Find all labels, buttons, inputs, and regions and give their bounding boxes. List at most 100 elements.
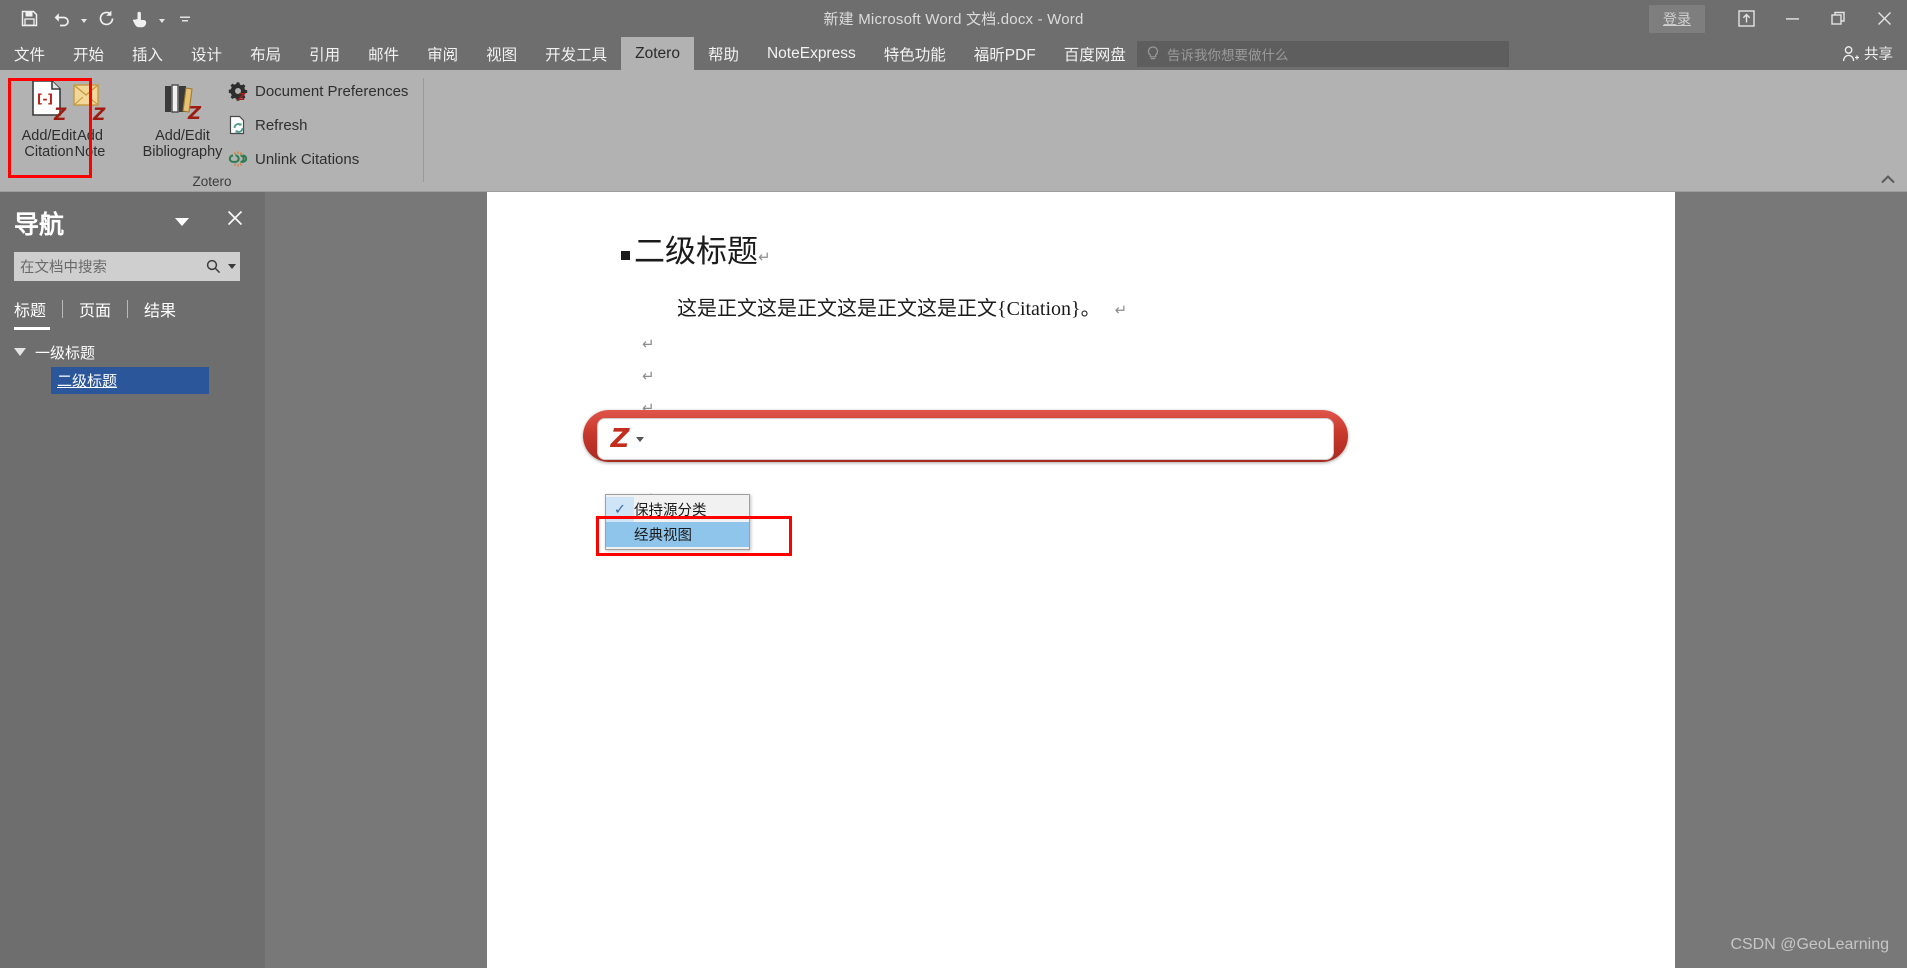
menu-item-keep-sources-sorted[interactable]: ✓ 保持源分类 bbox=[606, 497, 749, 522]
nav-tab-headings[interactable]: 标题 bbox=[14, 297, 62, 321]
share-button[interactable]: 共享 bbox=[1842, 37, 1893, 70]
tab-review[interactable]: 审阅 bbox=[413, 37, 472, 70]
refresh-icon bbox=[228, 115, 248, 135]
redo-icon[interactable] bbox=[92, 4, 122, 34]
navigation-tabs: 标题 页面 结果 bbox=[14, 297, 192, 321]
heading-bullet-marker bbox=[621, 251, 630, 260]
ribbon-group-zotero: [-] Z Add/Edit Citation Z bbox=[0, 70, 424, 192]
title-bar: 新建 Microsoft Word 文档.docx - Word 登录 bbox=[0, 0, 1907, 37]
add-edit-bibliography-label-1: Add/Edit bbox=[155, 128, 210, 144]
document-heading-text: 二级标题 bbox=[634, 234, 758, 269]
ribbon-group-separator bbox=[423, 78, 424, 182]
add-note-label-2: Note bbox=[75, 144, 106, 160]
tell-me-search-box[interactable]: 告诉我你想要做什么 bbox=[1137, 41, 1509, 67]
document-canvas: 二级标题↵ 这是正文这是正文这是正文这是正文{Citation}。 ↵ ↵ ↵ ↵… bbox=[265, 192, 1907, 968]
search-icon[interactable] bbox=[202, 259, 224, 274]
navigation-pane-title: 导航 bbox=[14, 205, 64, 241]
touch-mode-dropdown-icon[interactable] bbox=[156, 4, 168, 34]
document-heading: 二级标题↵ bbox=[634, 226, 771, 271]
menu-item-classic-view[interactable]: 经典视图 bbox=[606, 522, 749, 547]
share-person-icon bbox=[1842, 45, 1860, 63]
svg-text:[-]: [-] bbox=[37, 92, 53, 106]
word-window: 新建 Microsoft Word 文档.docx - Word 登录 bbox=[0, 0, 1907, 968]
svg-text:Z: Z bbox=[237, 92, 246, 101]
nav-tree-item-level1-label: 一级标题 bbox=[35, 342, 95, 363]
document-body-text: 这是正文这是正文这是正文这是正文{Citation}。 bbox=[677, 298, 1101, 320]
close-icon[interactable] bbox=[1861, 0, 1907, 37]
tab-mailings[interactable]: 邮件 bbox=[354, 37, 413, 70]
zotero-citation-toolbar: Z bbox=[583, 410, 1348, 462]
document-preferences-label: Document Preferences bbox=[255, 83, 408, 100]
ribbon: [-] Z Add/Edit Citation Z bbox=[0, 70, 1907, 192]
collapse-ribbon-icon[interactable] bbox=[1881, 173, 1895, 187]
tab-layout[interactable]: 布局 bbox=[236, 37, 295, 70]
customize-qat-icon[interactable] bbox=[170, 4, 200, 34]
search-options-dropdown-icon[interactable] bbox=[224, 264, 240, 269]
unlink-citations-button[interactable]: Unlink Citations bbox=[228, 149, 359, 169]
menu-item-keep-sources-sorted-label: 保持源分类 bbox=[634, 499, 707, 520]
navigation-search-box[interactable]: 在文档中搜索 bbox=[14, 252, 240, 281]
tab-home[interactable]: 开始 bbox=[59, 37, 118, 70]
unlink-citations-label: Unlink Citations bbox=[255, 151, 359, 168]
add-edit-bibliography-button[interactable]: Z Add/Edit Bibliography bbox=[120, 76, 245, 172]
zotero-options-menu: ✓ 保持源分类 经典视图 bbox=[605, 494, 750, 550]
document-preferences-button[interactable]: Z Document Preferences bbox=[228, 81, 408, 101]
add-note-button[interactable]: Z Add Note bbox=[60, 76, 120, 172]
empty-paragraph-2: ↵ bbox=[642, 367, 655, 385]
restore-icon[interactable] bbox=[1815, 0, 1861, 37]
navigation-pane: 导航 在文档中搜索 标题 页面 结果 一级标题 二级标题 bbox=[0, 192, 265, 968]
svg-text:Z: Z bbox=[187, 103, 202, 123]
add-note-label-1: Add bbox=[77, 128, 103, 144]
tab-view[interactable]: 视图 bbox=[472, 37, 531, 70]
minimize-icon[interactable] bbox=[1769, 0, 1815, 37]
tab-baidu-netdisk[interactable]: 百度网盘 bbox=[1050, 37, 1140, 70]
expand-collapse-triangle-icon[interactable] bbox=[14, 348, 26, 356]
menu-item-classic-view-label: 经典视图 bbox=[634, 524, 692, 545]
ribbon-group-label: Zotero bbox=[0, 174, 424, 189]
ribbon-tab-strip: 文件 开始 插入 设计 布局 引用 邮件 审阅 视图 开发工具 Zotero 帮… bbox=[0, 37, 1907, 70]
navigation-pane-close-icon[interactable] bbox=[226, 209, 244, 231]
add-note-icon: Z bbox=[70, 76, 110, 126]
zotero-citation-input[interactable]: Z bbox=[597, 418, 1334, 460]
tab-noteexpress[interactable]: NoteExpress bbox=[753, 37, 870, 70]
save-icon[interactable] bbox=[14, 4, 44, 34]
ribbon-display-options-icon[interactable] bbox=[1723, 0, 1769, 37]
tab-design[interactable]: 设计 bbox=[177, 37, 236, 70]
undo-icon[interactable] bbox=[46, 4, 76, 34]
check-icon: ✓ bbox=[606, 497, 634, 522]
navigation-heading-tree: 一级标题 二级标题 bbox=[14, 340, 252, 394]
touch-mode-icon[interactable] bbox=[124, 4, 154, 34]
zotero-logo-icon[interactable]: Z bbox=[607, 426, 633, 452]
sign-in-button[interactable]: 登录 bbox=[1649, 5, 1705, 33]
tab-insert[interactable]: 插入 bbox=[118, 37, 177, 70]
tab-help[interactable]: 帮助 bbox=[694, 37, 753, 70]
document-preferences-icon: Z bbox=[228, 81, 248, 101]
tab-references[interactable]: 引用 bbox=[295, 37, 354, 70]
navigation-search-input[interactable]: 在文档中搜索 bbox=[14, 256, 202, 277]
quick-access-toolbar bbox=[14, 0, 200, 37]
tab-developer[interactable]: 开发工具 bbox=[531, 37, 621, 70]
tab-foxit-pdf[interactable]: 福昕PDF bbox=[960, 37, 1050, 70]
nav-tab-pages[interactable]: 页面 bbox=[63, 297, 127, 321]
body-pilcrow: ↵ bbox=[1115, 302, 1128, 319]
refresh-label: Refresh bbox=[255, 117, 308, 134]
empty-paragraph-1: ↵ bbox=[642, 335, 655, 353]
heading-pilcrow: ↵ bbox=[758, 249, 771, 266]
document-page[interactable]: 二级标题↵ 这是正文这是正文这是正文这是正文{Citation}。 ↵ ↵ ↵ ↵… bbox=[487, 192, 1675, 968]
nav-tree-item-level2[interactable]: 二级标题 bbox=[51, 367, 209, 394]
share-label: 共享 bbox=[1864, 43, 1893, 64]
tab-zotero[interactable]: Zotero bbox=[621, 37, 694, 70]
unlink-citations-icon bbox=[228, 149, 248, 169]
undo-dropdown-icon[interactable] bbox=[78, 4, 90, 34]
nav-tab-results[interactable]: 结果 bbox=[128, 297, 192, 321]
window-title: 新建 Microsoft Word 文档.docx - Word bbox=[0, 0, 1907, 37]
add-edit-bibliography-label-2: Bibliography bbox=[143, 144, 223, 160]
navigation-pane-dropdown-icon[interactable] bbox=[175, 218, 189, 226]
tab-file[interactable]: 文件 bbox=[0, 37, 59, 70]
add-edit-bibliography-icon: Z bbox=[159, 76, 207, 126]
nav-tree-item-level1[interactable]: 一级标题 bbox=[14, 340, 252, 364]
zotero-menu-dropdown-icon[interactable] bbox=[636, 437, 644, 442]
tab-featured[interactable]: 特色功能 bbox=[870, 37, 960, 70]
svg-text:Z: Z bbox=[92, 105, 106, 123]
refresh-button[interactable]: Refresh bbox=[228, 115, 308, 135]
